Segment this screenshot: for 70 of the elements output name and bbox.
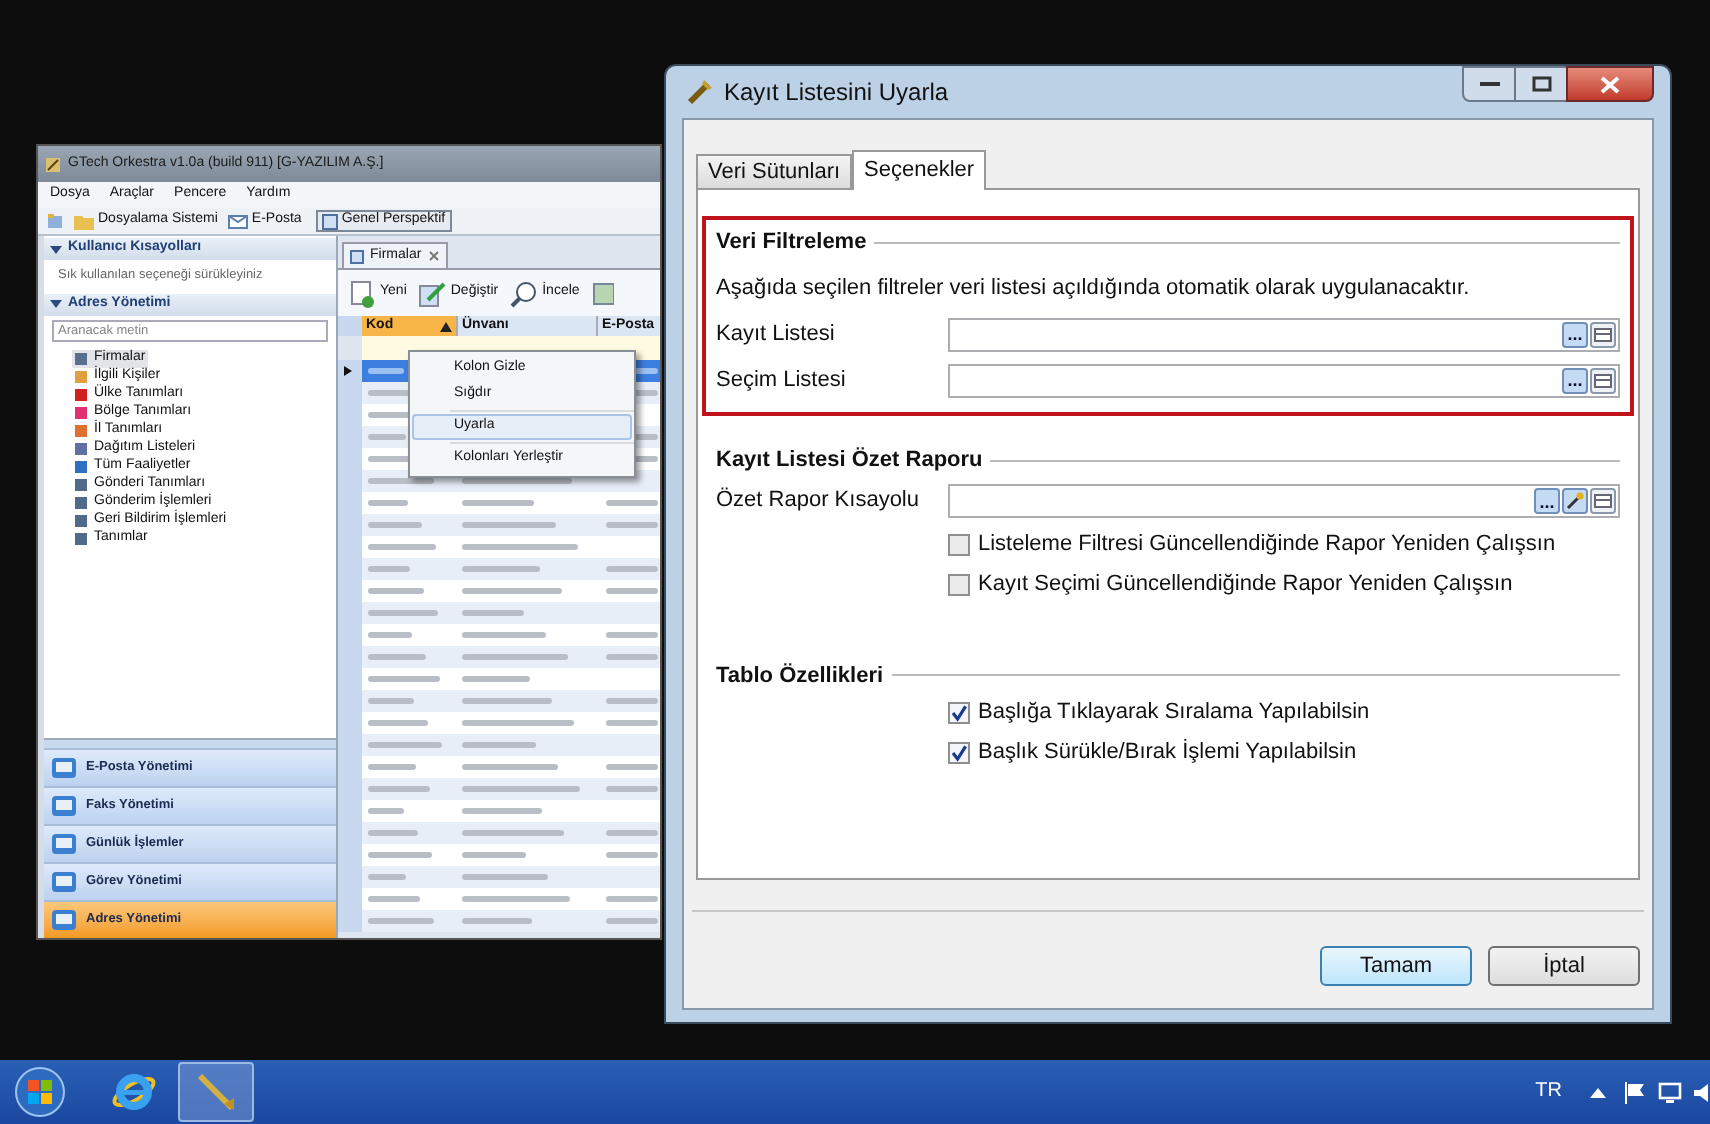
clear-button[interactable]: [1590, 321, 1616, 347]
app-icon: [44, 155, 62, 173]
windows-logo-icon: [14, 1066, 66, 1118]
language-indicator[interactable]: TR: [1535, 1076, 1562, 1106]
maximize-icon: [1531, 76, 1551, 92]
input-field[interactable]: ...: [948, 363, 1620, 397]
app-icon: [686, 78, 714, 106]
wand-button[interactable]: [1562, 488, 1588, 514]
new-document-icon: [348, 279, 376, 307]
row-header-corner: [338, 316, 362, 336]
edit-icon: [418, 279, 447, 307]
grid-icon: [350, 249, 364, 263]
refresh-icon: [589, 279, 614, 307]
browse-button[interactable]: ...: [1562, 321, 1588, 347]
close-button[interactable]: [1566, 66, 1654, 102]
wand-icon: [1566, 492, 1584, 510]
flag-icon: [1624, 1081, 1646, 1103]
magnifier-icon: [510, 279, 539, 307]
checkmark-icon: [950, 744, 968, 762]
trumpet-icon: [192, 1068, 240, 1116]
envelope-icon: [227, 211, 248, 231]
window-icon: [1594, 327, 1612, 341]
field-label: Özet Rapor Kısayolu: [716, 485, 921, 517]
tab[interactable]: Veri Sütunları: [696, 154, 853, 188]
section-title: Kayıt Listesi Özet Raporu: [716, 445, 983, 476]
window-title: Kayıt Listesini Uyarla: [724, 76, 949, 110]
toolbar-icon: [46, 212, 64, 230]
clear-button[interactable]: [1590, 367, 1616, 393]
checkbox-option[interactable]: Başlık Sürükle/Bırak İşlemi Yapılabilsin: [948, 734, 1620, 772]
minimize-icon: [1479, 80, 1499, 88]
sort-arrow-icon: [440, 321, 452, 331]
window-icon: [1594, 494, 1612, 508]
window-icon: [1594, 373, 1612, 387]
clear-button[interactable]: [1590, 488, 1616, 514]
nav-icon: [50, 906, 78, 934]
browse-button[interactable]: ...: [1562, 367, 1588, 393]
section-title: Veri Filtreleme: [716, 228, 867, 258]
description-text: Aşağıda seçilen filtreler veri listesi açıldığında otomatik olarak uygulanacaktır.: [716, 273, 1472, 303]
maximize-button[interactable]: [1516, 66, 1566, 102]
monitor-icon: [1658, 1081, 1682, 1103]
dialog-button[interactable]: Tamam: [1320, 946, 1472, 986]
nav-icon: [50, 830, 78, 858]
nav-icon: [50, 754, 78, 782]
field-label: Kayıt Listesi: [716, 319, 837, 350]
minimize-button[interactable]: [1462, 66, 1516, 102]
section-title: Tablo Özellikleri: [716, 661, 884, 691]
close-icon: [1600, 75, 1620, 93]
checkbox[interactable]: [948, 573, 970, 595]
checkbox-option[interactable]: Kayıt Seçimi Güncellendiğinde Rapor Yeniden Çalışsın: [948, 565, 1620, 603]
checkbox[interactable]: [948, 533, 970, 555]
close-icon: [427, 250, 440, 262]
field-label: Seçim Listesi: [716, 365, 848, 396]
checkbox-option[interactable]: Başlığa Tıklayarak Sıralama Yapılabilsin: [948, 694, 1620, 732]
nav-icon: [50, 792, 78, 820]
dialog-button[interactable]: İptal: [1488, 946, 1640, 986]
collapse-arrow-icon: [50, 243, 62, 255]
collapse-arrow-icon: [50, 298, 62, 311]
input-field[interactable]: ...: [948, 317, 1620, 351]
checkbox[interactable]: [948, 702, 970, 724]
nav-icon: [50, 868, 78, 896]
chevron-up-icon: [1590, 1086, 1606, 1098]
speaker-icon: [1694, 1081, 1710, 1103]
input-field[interactable]: ...: [948, 484, 1620, 518]
browse-button[interactable]: ...: [1534, 488, 1560, 514]
browser-e-icon: [110, 1068, 158, 1116]
checkbox[interactable]: [948, 742, 970, 764]
checkbox-option[interactable]: Listeleme Filtresi Güncellendiğinde Rapor Yeniden Çalışsın: [948, 525, 1620, 563]
checkmark-icon: [950, 704, 968, 722]
grid-icon: [321, 213, 338, 229]
tab[interactable]: Seçenekler: [852, 150, 987, 190]
